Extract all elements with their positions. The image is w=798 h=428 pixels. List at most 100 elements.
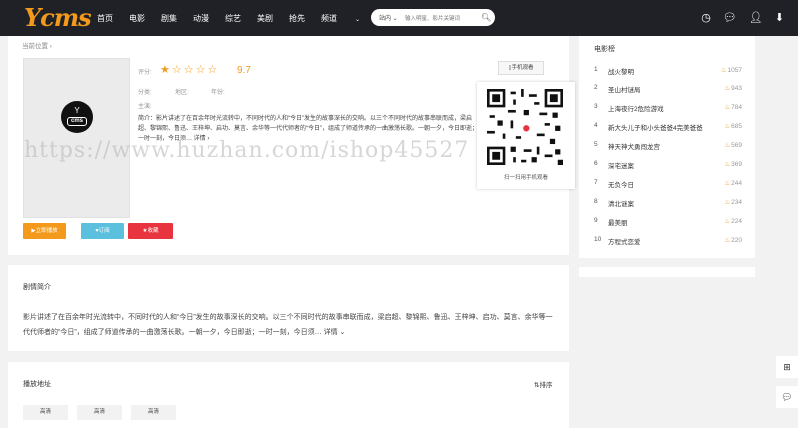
ranking-item[interactable]: 9 最美丽 ♨224	[594, 217, 742, 235]
rank-number: 6	[594, 160, 598, 167]
rank-heat-value: 220	[731, 237, 742, 244]
rank-title: 上海夜行2危险游戏	[608, 106, 664, 113]
rank-heat-value: 1057	[727, 67, 742, 74]
fire-icon: ♨	[724, 199, 731, 206]
menu-item-series[interactable]: 剧集	[161, 13, 177, 24]
search-bar: 站内 ⌄ 输入明星、影片关键词 🔍︎	[371, 9, 495, 26]
play-episode[interactable]: 高清	[23, 405, 68, 420]
search-icon[interactable]: 🔍︎	[481, 13, 495, 22]
ranking-item[interactable]: 10 方程式恋爱 ♨220	[594, 236, 742, 254]
mobile-watch-button[interactable]: ▯手机观看	[498, 61, 544, 75]
menu-item-us-series[interactable]: 美剧	[257, 13, 273, 24]
star-empty-icon: ☆	[183, 64, 196, 76]
top-nav: Ycms 首页 电影 剧集 动漫 综艺 美剧 抢先 频道 ⌄ 站内 ⌄ 输入明星、…	[0, 0, 798, 36]
cast-label: 主演:	[138, 104, 152, 110]
rank-title: 方程式恋爱	[608, 239, 641, 246]
fire-icon: ♨	[724, 218, 731, 225]
menu-item-preview[interactable]: 抢先	[289, 13, 305, 24]
nav-icons: ◷ 💬︎ 👤︎ ⬇	[689, 11, 784, 25]
ranking-item[interactable]: 2 圣山村谜局 ♨943	[594, 84, 742, 102]
play-title: 播放地址	[23, 381, 51, 388]
ranking-item[interactable]: 5 神天神犬勇闯龙宫 ♨569	[594, 141, 742, 159]
search-scope-select[interactable]: 站内 ⌄	[371, 13, 405, 22]
category-label: 分类:	[138, 90, 152, 96]
site-logo[interactable]: Ycms	[24, 3, 92, 32]
star-filled-icon: ★	[160, 64, 172, 76]
rank-heat: ♨224	[724, 217, 742, 225]
fire-icon: ♨	[724, 237, 731, 244]
rating-label: 评分:	[138, 70, 152, 76]
fire-icon: ♨	[724, 142, 731, 149]
user-icon[interactable]: 👤︎	[749, 11, 763, 25]
rank-heat-value: 569	[731, 142, 742, 149]
menu-item-channel[interactable]: 频道 ⌄	[321, 13, 376, 24]
ranking-item[interactable]: 1 战火黎明 ♨1057	[594, 66, 742, 84]
favorite-button[interactable]: ★收藏	[128, 223, 173, 239]
region-label: 地区:	[175, 90, 189, 96]
subscribe-button[interactable]: ♥订阅	[81, 223, 124, 239]
rank-title: 新大头儿子和小头爸爸4完美爸爸	[608, 125, 703, 132]
menu-item-movie[interactable]: 电影	[129, 13, 145, 24]
rank-number: 7	[594, 179, 598, 186]
rank-title: 深宅迷案	[608, 163, 634, 170]
play-now-button[interactable]: ▶立即播放	[23, 223, 66, 239]
main-menu: 首页 电影 剧集 动漫 综艺 美剧 抢先 频道 ⌄	[97, 0, 392, 36]
synopsis-text: 影片讲述了在百余年时光流转中，不同时代的人和“今日”发生的故事深长的交响。以三个…	[23, 314, 553, 336]
play-episode[interactable]: 高清	[131, 405, 176, 420]
rank-number: 8	[594, 198, 598, 205]
rank-number: 1	[594, 66, 598, 73]
menu-item-anime[interactable]: 动漫	[193, 13, 209, 24]
rank-number: 3	[594, 103, 598, 110]
ranking-bottom-bar	[579, 267, 755, 277]
rank-title: 圣山村谜局	[608, 87, 641, 94]
synopsis-title: 剧情简介	[23, 284, 51, 291]
rank-heat: ♨685	[724, 122, 742, 130]
qr-caption: 扫一扫用手机观看	[503, 175, 548, 181]
breadcrumb[interactable]: 当前位置 ›	[22, 40, 52, 50]
chevron-down-icon: ⌄	[355, 16, 361, 23]
fire-icon: ♨	[724, 85, 731, 92]
rank-heat: ♨943	[724, 84, 742, 92]
mobile-watch-label: 手机观看	[511, 65, 534, 71]
ranking-title: 电影榜	[594, 46, 615, 53]
rank-title: 无负今日	[608, 182, 634, 189]
sort-button[interactable]: ⇅排序	[534, 379, 552, 389]
message-icon[interactable]: 💬︎	[723, 11, 737, 25]
qr-code	[487, 89, 563, 165]
rank-heat: ♨369	[724, 160, 742, 168]
poster-logo-letter: Y	[74, 106, 80, 115]
rank-number: 5	[594, 141, 598, 148]
star-empty-icon: ☆	[171, 64, 184, 76]
fire-icon: ♨	[724, 123, 731, 130]
star-empty-icon: ☆	[195, 64, 208, 76]
poster-logo-text: cms	[67, 117, 87, 126]
rank-heat-value: 685	[731, 123, 742, 130]
search-scope-label: 站内	[379, 16, 392, 22]
year-label: 年份:	[211, 90, 225, 96]
play-episode[interactable]: 高清	[77, 405, 122, 420]
ranking-item[interactable]: 6 深宅迷案 ♨369	[594, 160, 742, 178]
rank-heat-value: 234	[731, 199, 742, 206]
rank-heat: ♨234	[724, 198, 742, 206]
rank-heat-value: 244	[731, 180, 742, 187]
ranking-item[interactable]: 4 新大头儿子和小头爸爸4完美爸爸 ♨685	[594, 122, 742, 140]
wechat-icon[interactable]: 💬︎	[776, 386, 798, 408]
rank-heat: ♨784	[724, 103, 742, 111]
history-icon[interactable]: ◷	[701, 11, 711, 25]
ranking-item[interactable]: 7 无负今日 ♨244	[594, 179, 742, 197]
rank-heat: ♨569	[724, 141, 742, 149]
menu-item-home[interactable]: 首页	[97, 13, 113, 24]
download-icon[interactable]: ⬇	[775, 11, 784, 25]
fire-icon: ♨	[724, 180, 731, 187]
ranking-item[interactable]: 8 清北谜案 ♨234	[594, 198, 742, 216]
rank-heat: ♨220	[724, 236, 742, 244]
rank-heat-value: 943	[731, 85, 742, 92]
search-input[interactable]: 输入明星、影片关键词	[405, 14, 481, 22]
windows-icon[interactable]: ⊞	[776, 356, 798, 378]
menu-item-variety[interactable]: 综艺	[225, 13, 241, 24]
rank-title: 战火黎明	[608, 69, 634, 76]
rank-title: 神天神犬勇闯龙宫	[608, 144, 660, 151]
rank-number: 2	[594, 84, 598, 91]
ranking-item[interactable]: 3 上海夜行2危险游戏 ♨784	[594, 103, 742, 121]
rank-number: 4	[594, 122, 598, 129]
